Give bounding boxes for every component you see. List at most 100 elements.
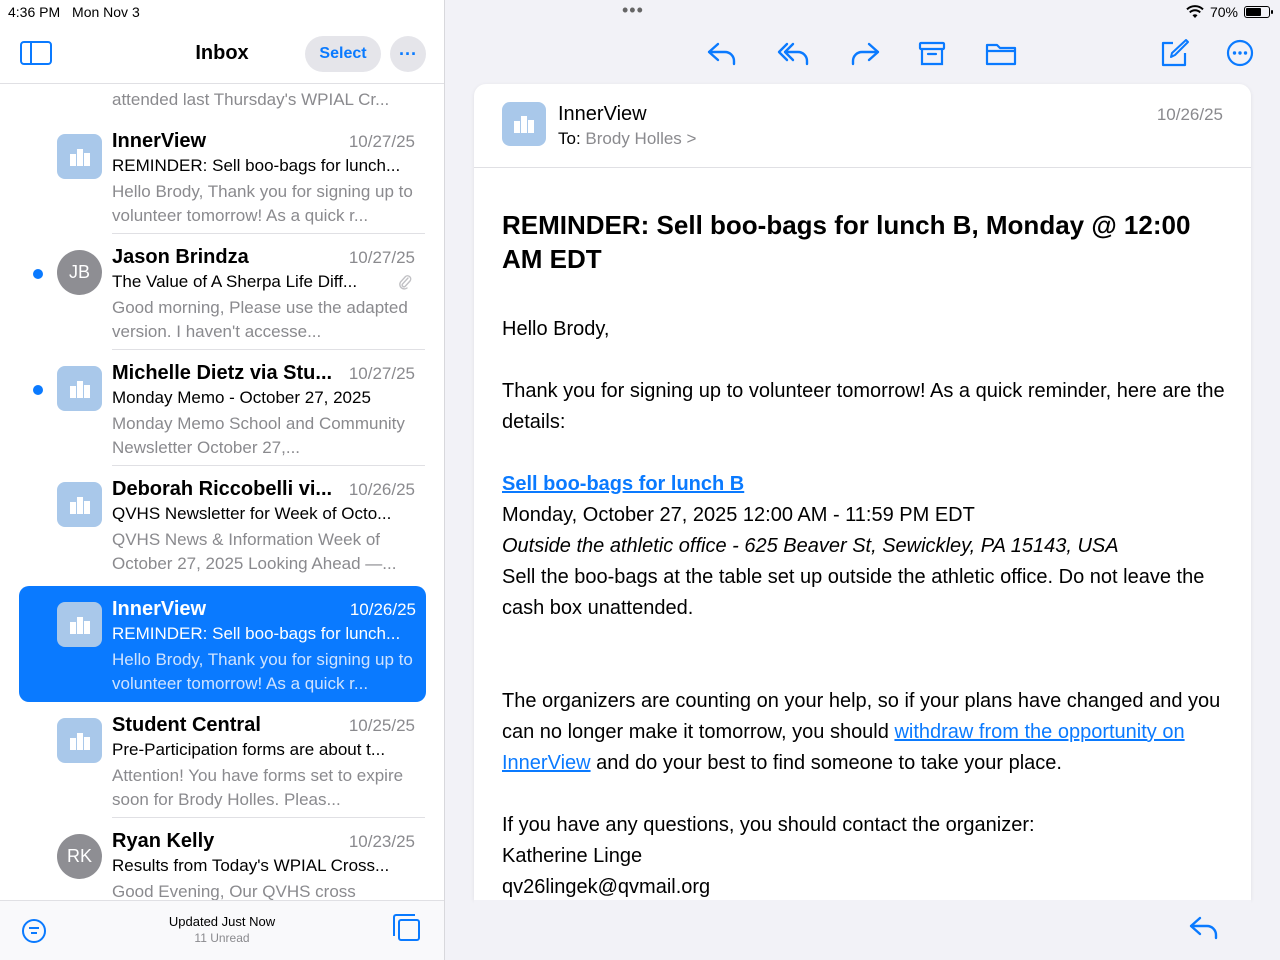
building-icon [69,148,90,166]
select-button[interactable]: Select [305,36,381,72]
sender-avatar [57,718,102,763]
wifi-icon [1186,5,1204,18]
sender-avatar[interactable] [502,102,546,146]
mail-preview: Hello Brody, Thank you for signing up to… [112,182,413,225]
unread-dot-icon [33,269,43,279]
message-footer [474,900,1251,960]
recipient-name[interactable]: Brody Holles [585,129,681,148]
mail-preview: Attention! You have forms set to expire … [112,766,404,809]
message-view: InnerView To: Brody Holles > 10/26/25 RE… [474,84,1251,900]
mail-preview: Monday Memo School and Community Newslet… [112,414,405,457]
move-to-folder-button[interactable] [983,36,1019,70]
unread-dot-icon [33,385,43,395]
mail-subject: Pre-Participation forms are about t... [112,740,386,759]
reply-all-icon [777,42,809,66]
more-icon [1226,39,1254,67]
battery-icon [1244,6,1273,18]
mail-preview: Hello Brody, Thank you for signing up to… [112,650,413,693]
organizer-text-end: and do your best to find someone to take… [590,752,1062,774]
status-date: Mon Nov 3 [72,4,140,20]
mail-subject: The Value of A Sherpa Life Diff... [112,272,358,291]
mail-date: 10/26/25 [348,480,415,499]
multiple-windows-icon[interactable] [393,914,420,941]
mail-sender: Michelle Dietz via Stu... [112,362,333,384]
unread-count: 11 Unread [194,931,250,945]
mail-subject: REMINDER: Sell boo-bags for lunch... [112,624,401,643]
mail-sender: Student Central [112,714,261,736]
chevron-right-icon: > [686,129,697,148]
compose-button[interactable] [1156,36,1192,70]
sender-avatar: JB [57,250,102,295]
mail-list-item[interactable]: JB Jason Brindza 10/27/25 The Value of A Sh… [0,234,444,350]
event-time: Monday, October 27, 2025 12:00 AM - 11:5… [502,504,975,526]
mail-preview: Good morning, Please use the adapted ver… [112,298,408,341]
sender-avatar [57,366,102,411]
mail-sender: Jason Brindza [112,246,249,268]
mail-list-item[interactable]: Deborah Riccobelli vi... 10/26/25 QVHS New… [0,466,444,582]
status-bar-left: 4:36 PM Mon Nov 3 [8,4,148,20]
mail-list: attended last Thursday's WPIAL Cr... Inn… [0,84,444,900]
compose-icon [1161,39,1189,67]
mail-date: 10/27/25 [348,132,415,151]
mail-list-item[interactable]: InnerView 10/26/25 REMINDER: Sell boo-bags… [19,586,426,702]
reply-bottom-button[interactable] [1187,912,1221,942]
contact-name: Katherine Linge [502,845,643,867]
mail-sender: InnerView [112,130,207,152]
mail-list-item[interactable]: RK Ryan Kelly 10/23/25 Results from Today's… [0,818,444,900]
archive-icon [918,41,946,66]
reply-icon [707,42,736,66]
mail-sender: Deborah Riccobelli vi... [112,478,333,500]
reply-icon [1189,916,1218,940]
building-icon [69,380,90,398]
mailbox-sidebar: Inbox Select ··· attended last Thursday'… [0,0,445,960]
paperclip-icon [398,274,412,293]
message-sender[interactable]: InnerView [558,103,647,126]
mail-subject: Results from Today's WPIAL Cross... [112,856,390,875]
mail-date: 10/27/25 [348,364,415,383]
status-time: 4:36 PM [8,4,61,20]
message-date: 10/26/25 [1156,105,1223,124]
mail-list-item[interactable]: Michelle Dietz via Stu... 10/27/25 Monday … [0,350,444,466]
mail-preview: QVHS News & Information Week of October … [112,530,397,573]
sidebar-footer: Updated Just Now 11 Unread [0,900,444,960]
mail-subject: QVHS Newsletter for Week of Octo... [112,504,392,523]
mail-date: 10/23/25 [348,832,415,851]
folder-icon [985,43,1017,66]
archive-button[interactable] [914,36,950,70]
mail-date: 10/26/25 [349,600,416,619]
reply-all-button[interactable] [775,36,811,70]
message-subject: REMINDER: Sell boo-bags for lunch B, Mon… [502,210,1191,274]
sender-avatar [57,134,102,179]
message-more-button[interactable] [1222,36,1258,70]
mail-sender: Ryan Kelly [112,830,215,852]
building-icon [69,732,90,750]
mail-list-item[interactable]: InnerView 10/27/25 REMINDER: Sell boo-bags… [0,118,444,234]
partial-preview[interactable]: attended last Thursday's WPIAL Cr... [112,90,389,110]
sidebar-more-icon[interactable]: ··· [390,36,426,72]
mail-preview: Good Evening, Our QVHS cross country tea… [112,882,356,900]
multitask-dots-icon[interactable]: ••• [622,0,644,21]
sender-avatar: RK [57,834,102,879]
updated-status: Updated Just Now [168,914,276,929]
forward-icon [851,42,880,66]
mail-sender: InnerView [112,598,207,620]
mail-subject: REMINDER: Sell boo-bags for lunch... [112,156,401,175]
contact-email[interactable]: qv26lingek@qvmail.org [502,872,1227,900]
message-header: InnerView To: Brody Holles > 10/26/25 [474,84,1251,168]
battery-percent: 70% [1209,4,1238,20]
to-label: To: [558,129,581,148]
greeting: Hello Brody, [502,318,610,340]
message-recipients[interactable]: To: Brody Holles > [558,129,696,149]
intro-paragraph: Thank you for signing up to volunteer to… [502,380,1225,433]
event-description: Sell the boo-bags at the table set up ou… [502,566,1205,619]
mail-list-item[interactable]: Student Central 10/25/25 Pre-Participation… [0,702,444,818]
building-icon [514,116,534,133]
event-link[interactable]: Sell boo-bags for lunch B [502,473,744,495]
building-icon [69,496,90,514]
organizer-paragraph: The organizers are counting on your help… [502,686,1227,779]
forward-button[interactable] [847,36,883,70]
sender-avatar [57,482,102,527]
status-bar-right: 70% [1186,4,1273,20]
mail-subject: Monday Memo - October 27, 2025 [112,388,371,407]
reply-button[interactable] [704,36,740,70]
